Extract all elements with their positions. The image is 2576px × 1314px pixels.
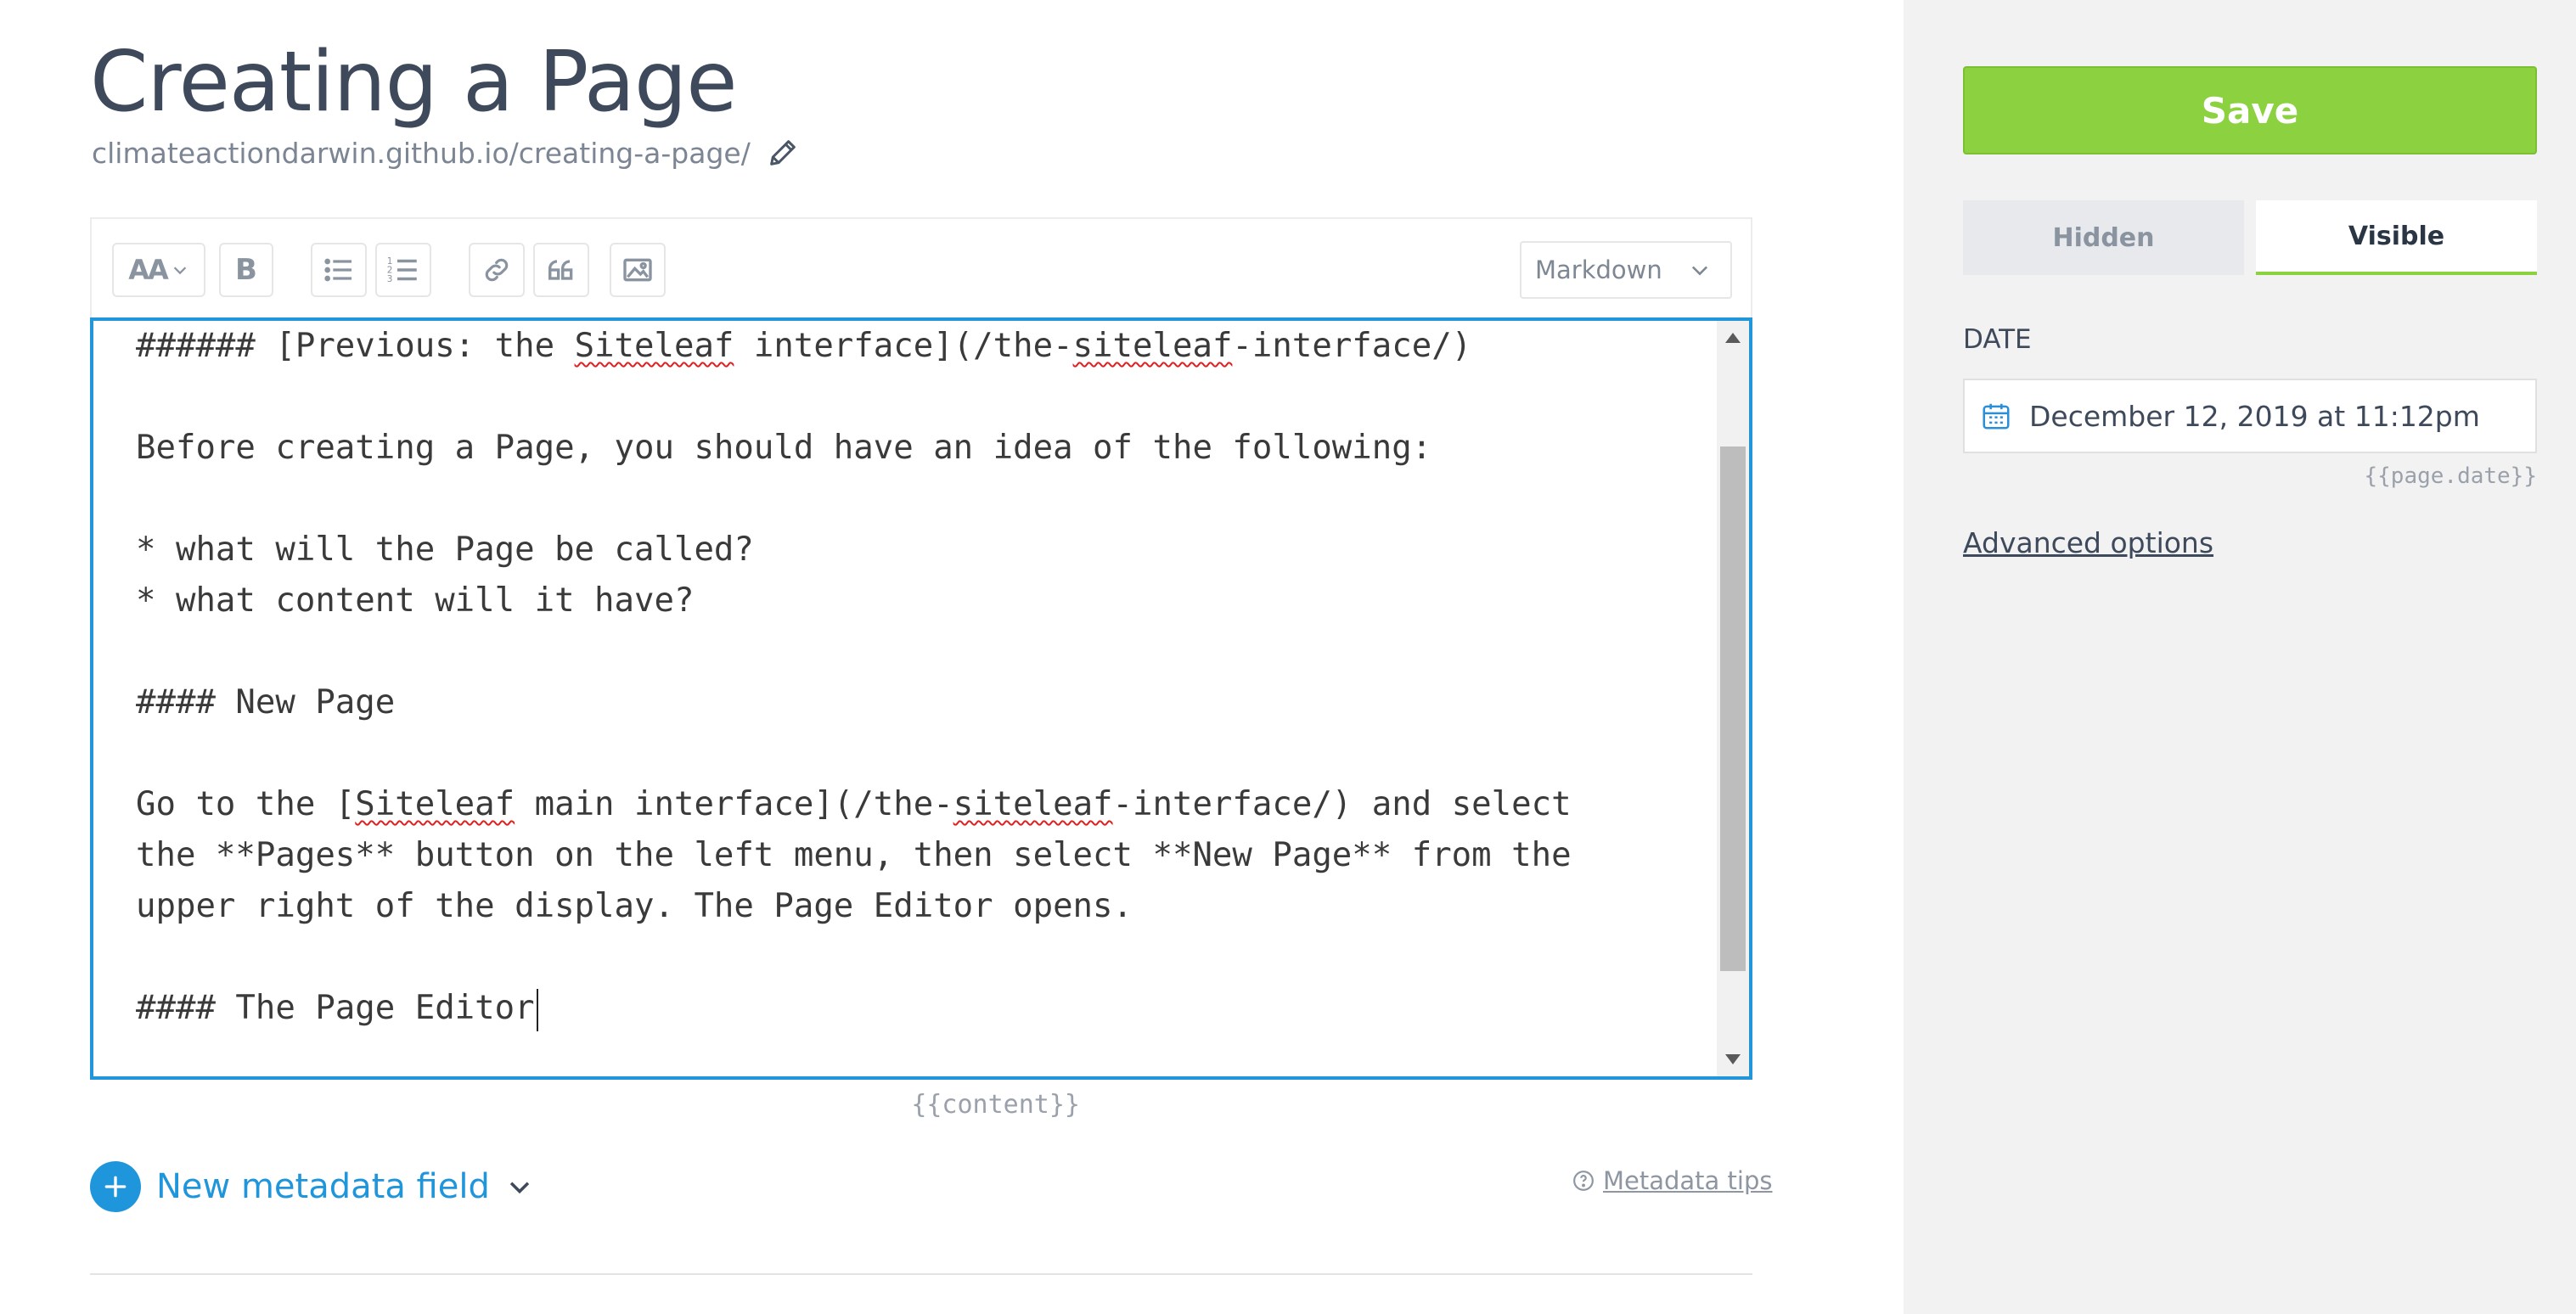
image-button[interactable] — [610, 243, 666, 297]
date-tag: {{page.date}} — [2364, 463, 2538, 489]
content-tag: {{content}} — [911, 1090, 1080, 1120]
bold-button[interactable]: B — [219, 243, 273, 297]
visibility-toggle: Hidden Visible — [1963, 200, 2537, 275]
text-size-button[interactable]: AA — [112, 243, 205, 297]
editor-text-segment: ###### [Previous: the — [136, 327, 575, 365]
help-circle-icon — [1573, 1171, 1594, 1191]
editor-text-segment: #### New Page — [136, 683, 396, 722]
date-value: December 12, 2019 at 11:12pm — [2029, 399, 2480, 433]
main-panel: Creating a Page climateactiondarwin.gith… — [0, 0, 1904, 1314]
scroll-up-arrow-icon[interactable] — [1725, 333, 1741, 343]
editor-text-segment: main interface](/the- — [515, 785, 953, 823]
pencil-icon[interactable] — [766, 136, 800, 170]
editor-text-segment: the **Pages** button on the left menu, t… — [136, 836, 1572, 874]
quote-button[interactable] — [533, 243, 589, 297]
image-icon — [623, 258, 652, 282]
editor-text-segment: interface](/the- — [734, 327, 1073, 365]
editor-line: Before creating a Page, you should have … — [136, 423, 1707, 474]
scroll-down-arrow-icon[interactable] — [1725, 1054, 1741, 1064]
sidebar — [1904, 0, 2576, 1314]
bullet-list-icon — [324, 258, 352, 282]
link-icon — [485, 258, 509, 282]
editor-text-segment: Before creating a Page, you should have … — [136, 429, 1432, 467]
page-title[interactable]: Creating a Page — [90, 36, 737, 129]
save-button[interactable]: Save — [1963, 66, 2537, 154]
editor-text-segment: upper right of the display. The Page Edi… — [136, 887, 1133, 925]
editor-text-segment: #### The Page Editor — [136, 989, 535, 1027]
editor-line: the **Pages** button on the left menu, t… — [136, 830, 1707, 881]
numbered-list-button[interactable]: 1 2 3 — [375, 243, 431, 297]
editor-line: #### The Page Editor — [136, 983, 1707, 1034]
text-size-icon: AA — [128, 254, 169, 286]
editor-text-segment: -interface/) — [1232, 327, 1472, 365]
editor-text-segment: * what will the Page be called? — [136, 531, 754, 569]
permalink-url: climateactiondarwin.github.io/creating-a… — [92, 136, 751, 170]
scroll-thumb[interactable] — [1720, 446, 1746, 971]
metadata-tips-link[interactable]: Metadata tips — [1572, 1166, 1773, 1195]
editor-text-segment: -interface/) and select — [1112, 785, 1572, 823]
new-metadata-field-label: New metadata field — [156, 1167, 490, 1206]
permalink-row: climateactiondarwin.github.io/creating-a… — [92, 136, 800, 170]
tab-visible[interactable]: Visible — [2256, 200, 2537, 275]
bold-icon: B — [235, 253, 257, 287]
spellcheck-word: siteleaf — [953, 785, 1113, 823]
metadata-tips-label: Metadata tips — [1603, 1166, 1773, 1195]
editor-line: Go to the [Siteleaf main interface](/the… — [136, 779, 1707, 830]
chevron-down-icon — [1691, 266, 1708, 276]
content-editor[interactable]: ###### [Previous: the Siteleaf interface… — [90, 317, 1752, 1080]
format-mode-select[interactable]: Markdown — [1520, 241, 1732, 299]
editor-line: upper right of the display. The Page Edi… — [136, 881, 1707, 932]
tab-hidden[interactable]: Hidden — [1963, 200, 2244, 275]
divider — [90, 1273, 1752, 1275]
spellcheck-word: Siteleaf — [574, 327, 734, 365]
spellcheck-word: Siteleaf — [355, 785, 515, 823]
format-mode-value: Markdown — [1535, 256, 1662, 284]
editor-line: #### New Page — [136, 677, 1707, 728]
editor-toolbar: AA B 1 2 3 Markdown — [90, 217, 1752, 319]
new-metadata-field-button[interactable]: New metadata field — [90, 1161, 534, 1212]
date-label: DATE — [1963, 324, 2032, 355]
editor-text-segment: Go to the [ — [136, 785, 356, 823]
editor-scrollbar[interactable] — [1717, 321, 1749, 1076]
quote-icon — [548, 260, 573, 280]
numbered-list-icon: 1 2 3 — [387, 256, 417, 284]
editor-line: * what will the Page be called? — [136, 525, 1707, 576]
bullet-list-button[interactable] — [311, 243, 367, 297]
plus-icon — [90, 1161, 141, 1212]
editor-line: ###### [Previous: the Siteleaf interface… — [136, 321, 1707, 372]
text-caret — [536, 988, 538, 1031]
editor-line: * what content will it have? — [136, 576, 1707, 626]
spellcheck-word: siteleaf — [1072, 327, 1233, 365]
advanced-options-link[interactable]: Advanced options — [1963, 526, 2213, 559]
editor-text-segment: * what content will it have? — [136, 581, 695, 620]
link-button[interactable] — [469, 243, 525, 297]
chevron-down-icon — [173, 267, 186, 275]
editor-text[interactable]: ###### [Previous: the Siteleaf interface… — [136, 321, 1707, 1034]
calendar-icon — [1983, 403, 2010, 430]
date-field[interactable]: December 12, 2019 at 11:12pm — [1963, 379, 2537, 453]
svg-text:3: 3 — [387, 274, 393, 284]
chevron-down-icon — [509, 1182, 530, 1194]
